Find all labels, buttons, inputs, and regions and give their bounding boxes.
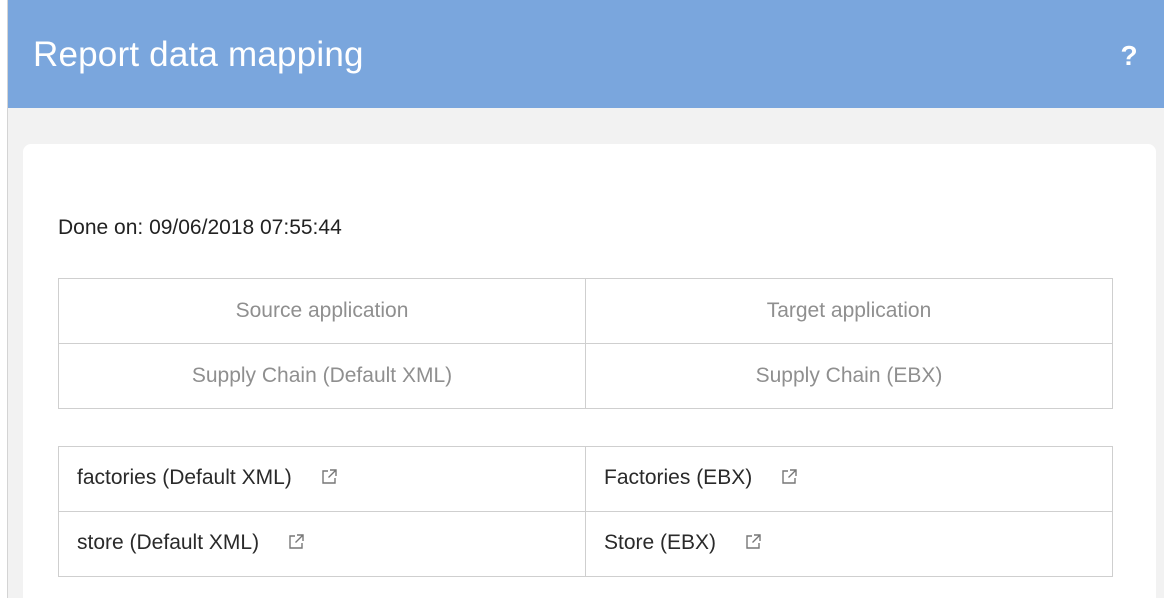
help-button[interactable]: ? — [1118, 40, 1140, 72]
done-on-timestamp: Done on: 09/06/2018 07:55:44 — [58, 216, 342, 239]
page-title: Report data mapping — [33, 35, 364, 74]
table-row: factories (Default XML) Factories (EBX) — [58, 446, 1113, 512]
external-link-icon[interactable] — [744, 533, 762, 557]
mapping-source-cell: factories (Default XML) — [58, 446, 586, 512]
mapping-target-cell: Store (EBX) — [585, 511, 1113, 577]
mapping-source-label: factories (Default XML) — [77, 466, 292, 489]
source-application-header: Source application — [58, 278, 586, 344]
external-link-icon[interactable] — [320, 468, 338, 492]
table-row: store (Default XML) Store (EBX) — [58, 511, 1113, 577]
external-link-icon[interactable] — [780, 468, 798, 492]
external-link-icon[interactable] — [287, 533, 305, 557]
mapping-source-cell: store (Default XML) — [58, 511, 586, 577]
header-bar: Report data mapping ? — [8, 0, 1164, 108]
application-header-row: Source application Target application — [58, 278, 1113, 344]
report-card: Done on: 09/06/2018 07:55:44 Source appl… — [23, 144, 1156, 598]
mapping-source-label: store (Default XML) — [77, 531, 260, 554]
mapping-target-label: Store (EBX) — [604, 531, 717, 554]
application-table: Source application Target application Su… — [58, 278, 1113, 409]
mapping-table: factories (Default XML) Factories (EBX) … — [58, 446, 1113, 577]
mapping-target-cell: Factories (EBX) — [585, 446, 1113, 512]
application-value-row: Supply Chain (Default XML) Supply Chain … — [58, 343, 1113, 409]
target-application-value: Supply Chain (EBX) — [585, 343, 1113, 409]
source-application-value: Supply Chain (Default XML) — [58, 343, 586, 409]
report-window: Report data mapping ? Done on: 09/06/201… — [7, 0, 1164, 598]
mapping-target-label: Factories (EBX) — [604, 466, 753, 489]
target-application-header: Target application — [585, 278, 1113, 344]
